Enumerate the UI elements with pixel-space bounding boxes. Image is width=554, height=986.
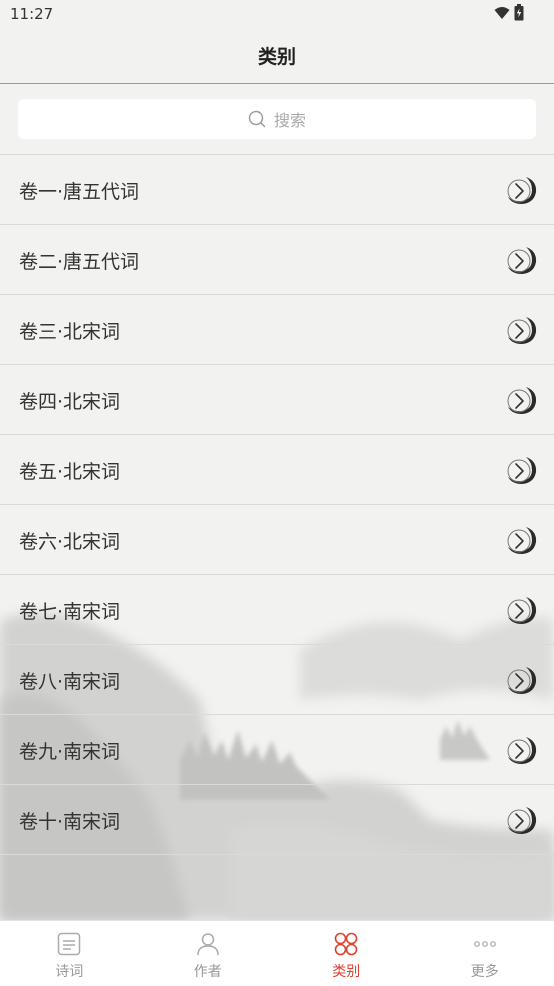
status-bar: 11:27 bbox=[0, 0, 554, 28]
page-title: 类别 bbox=[257, 46, 296, 68]
search-input[interactable]: 搜索 bbox=[18, 99, 536, 139]
list-item[interactable]: 卷九·南宋词 bbox=[0, 715, 554, 785]
list-item-label: 卷二·唐五代词 bbox=[19, 251, 140, 273]
status-icons bbox=[494, 4, 524, 21]
list-item-label: 卷五·北宋词 bbox=[19, 461, 121, 483]
list-item[interactable]: 卷五·北宋词 bbox=[0, 435, 554, 505]
chevron-right-icon bbox=[507, 807, 537, 834]
status-time: 11:27 bbox=[10, 5, 54, 23]
category-icon bbox=[334, 932, 358, 956]
list-item-label: 卷一·唐五代词 bbox=[19, 181, 140, 203]
list-item-label: 卷十·南宋词 bbox=[19, 811, 121, 833]
tab-label: 更多 bbox=[470, 964, 499, 980]
chevron-right-icon bbox=[507, 737, 537, 764]
list-item[interactable]: 卷二·唐五代词 bbox=[0, 225, 554, 295]
chevron-right-icon bbox=[507, 177, 537, 204]
tab-label: 类别 bbox=[332, 964, 361, 980]
tab-label: 诗词 bbox=[55, 964, 84, 980]
list-item-label: 卷七·南宋词 bbox=[19, 601, 121, 623]
list-item[interactable]: 卷八·南宋词 bbox=[0, 645, 554, 715]
poem-icon bbox=[58, 932, 81, 956]
tab-authors[interactable]: 作者 bbox=[139, 921, 278, 986]
chevron-right-icon bbox=[507, 597, 537, 624]
search-icon bbox=[248, 110, 266, 128]
chevron-right-icon bbox=[507, 247, 537, 274]
chevron-right-icon bbox=[507, 527, 537, 554]
tab-more[interactable]: 更多 bbox=[416, 921, 554, 986]
chevron-right-icon bbox=[507, 387, 537, 414]
list-item-label: 卷三·北宋词 bbox=[19, 321, 121, 343]
list-item-label: 卷六·北宋词 bbox=[19, 531, 121, 553]
list-item[interactable]: 卷六·北宋词 bbox=[0, 505, 554, 575]
list-item[interactable]: 卷一·唐五代词 bbox=[0, 155, 554, 225]
list-item-label: 卷八·南宋词 bbox=[19, 671, 121, 693]
tab-poems[interactable]: 诗词 bbox=[0, 921, 139, 986]
list-item[interactable]: 卷三·北宋词 bbox=[0, 295, 554, 365]
person-icon bbox=[197, 933, 219, 956]
battery-icon bbox=[514, 4, 524, 21]
list-item-label: 卷四·北宋词 bbox=[19, 391, 121, 413]
list-item[interactable]: 卷四·北宋词 bbox=[0, 365, 554, 435]
list-item[interactable]: 卷七·南宋词 bbox=[0, 575, 554, 645]
more-icon bbox=[473, 941, 496, 947]
list-item-label: 卷九·南宋词 bbox=[19, 741, 121, 763]
list-item[interactable]: 卷十·南宋词 bbox=[0, 785, 554, 855]
tab-categories[interactable]: 类别 bbox=[277, 921, 416, 986]
tab-label: 作者 bbox=[193, 964, 222, 980]
chevron-right-icon bbox=[507, 317, 537, 344]
header: 类别 bbox=[0, 28, 554, 84]
chevron-right-icon bbox=[507, 667, 537, 694]
search-placeholder: 搜索 bbox=[273, 111, 306, 130]
category-list: 卷一·唐五代词 卷二·唐五代词 卷三·北宋词 卷四·北宋词 卷五·北宋词 卷六·… bbox=[0, 154, 554, 855]
wifi-icon bbox=[494, 6, 510, 19]
chevron-right-icon bbox=[507, 457, 537, 484]
bottom-tab-bar: 诗词 作者 类别 更多 bbox=[0, 920, 554, 986]
